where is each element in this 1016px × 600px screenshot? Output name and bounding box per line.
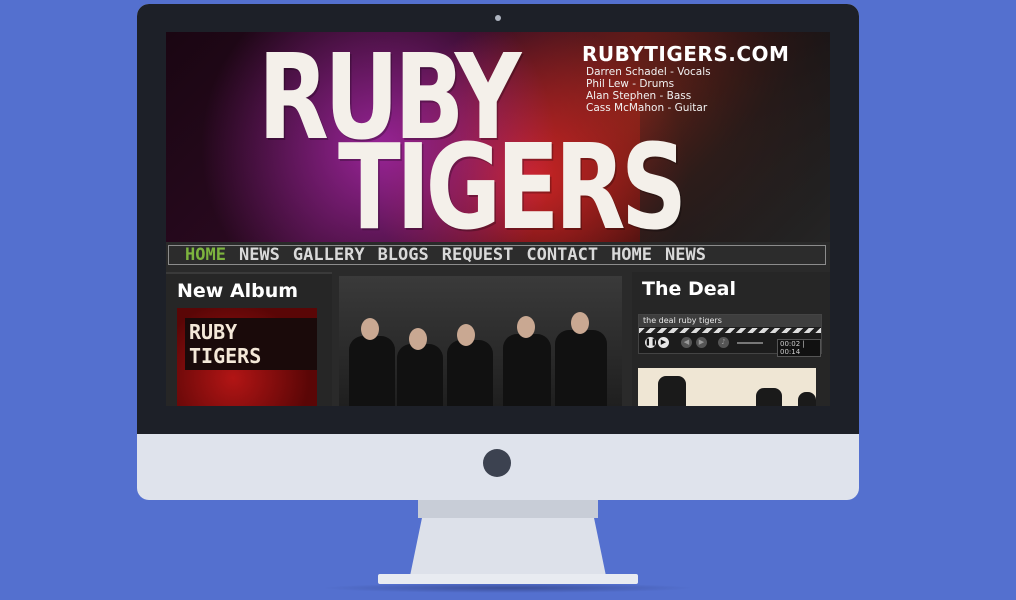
band-member-figure <box>397 344 443 406</box>
album-cover-text: RUBY TIGERS <box>185 318 317 370</box>
new-album-title: New Album <box>177 280 299 302</box>
band-member-head <box>361 318 379 340</box>
site-domain[interactable]: RUBYTIGERS.COM <box>582 42 789 66</box>
the-deal-column: The Deal the deal ruby tigers ❚❚ ▶ ◀ ▶ ♪… <box>632 272 830 406</box>
player-progress-stripes <box>639 328 821 333</box>
play-icon[interactable]: ▶ <box>658 337 669 348</box>
band-member-head <box>409 328 427 350</box>
band-members-list: Darren Schadel - Vocals Phil Lew - Drums… <box>586 66 711 114</box>
band-member-figure <box>447 340 493 406</box>
album-cover[interactable]: RUBY TIGERS <box>177 308 317 406</box>
player-time: 00:02 | 00:14 <box>777 339 821 357</box>
band-member-head <box>571 312 589 334</box>
video-figure <box>798 392 816 406</box>
video-thumbnail[interactable] <box>638 368 816 406</box>
pause-icon[interactable]: ❚❚ <box>645 337 657 348</box>
band-member-head <box>457 324 475 346</box>
nav-item-news[interactable]: NEWS <box>239 246 280 264</box>
band-member-figure <box>555 330 607 406</box>
previous-icon[interactable]: ◀ <box>681 337 692 348</box>
next-icon[interactable]: ▶ <box>696 337 707 348</box>
band-member-figure <box>349 336 395 406</box>
monitor-base <box>378 574 638 584</box>
monitor-base-shadow <box>320 583 696 593</box>
member-item: Phil Lew - Drums <box>586 78 675 90</box>
monitor-stand-shade <box>418 500 598 518</box>
nav-item-home[interactable]: HOME <box>185 246 226 264</box>
content-area: New Album RUBY TIGERS The Deal the deal … <box>166 272 830 406</box>
video-figure <box>756 388 782 406</box>
member-item: Alan Stephen - Bass <box>586 90 692 102</box>
band-photo[interactable] <box>339 276 622 406</box>
band-member-figure <box>503 334 551 406</box>
monitor-button <box>483 449 511 477</box>
logo-line-2: TIGERS <box>338 118 687 256</box>
member-item: Darren Schadel - Vocals <box>586 66 711 78</box>
seek-bar[interactable] <box>737 342 763 344</box>
video-figure <box>658 376 686 406</box>
volume-icon[interactable]: ♪ <box>718 337 729 348</box>
site-header: RUBY TIGERS RUBYTIGERS.COM Darren Schade… <box>166 32 830 256</box>
the-deal-title: The Deal <box>642 278 736 300</box>
member-item: Cass McMahon - Guitar <box>586 102 708 114</box>
website-screen: RUBY TIGERS RUBYTIGERS.COM Darren Schade… <box>166 32 830 406</box>
band-member-head <box>517 316 535 338</box>
camera-icon <box>495 15 501 21</box>
new-album-column: New Album RUBY TIGERS <box>166 272 332 406</box>
audio-player: the deal ruby tigers ❚❚ ▶ ◀ ▶ ♪ 00:02 | … <box>638 314 822 357</box>
track-title: the deal ruby tigers <box>639 315 821 327</box>
